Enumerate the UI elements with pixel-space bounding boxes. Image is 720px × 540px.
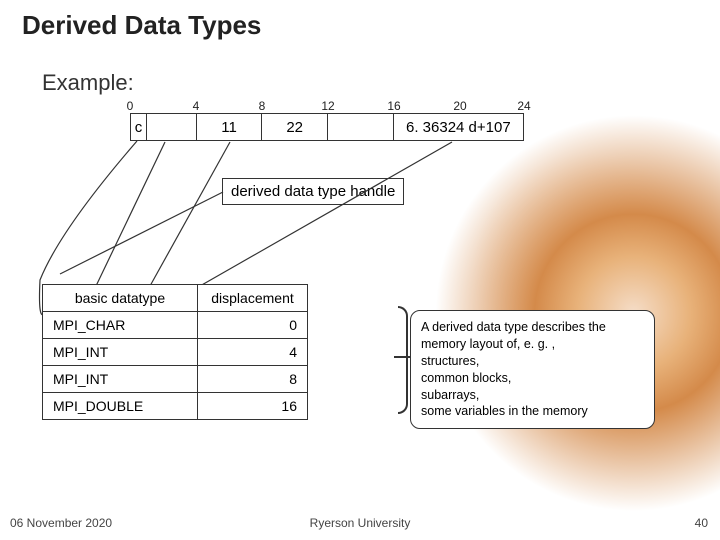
table-row: MPI_CHAR 0 xyxy=(43,312,308,339)
desc-line: structures, xyxy=(421,353,644,370)
tick-24: 24 xyxy=(517,99,530,113)
table-row: MPI_INT 8 xyxy=(43,366,308,393)
tick-4: 4 xyxy=(193,99,200,113)
memory-cells: c 11 22 6. 36324 d+107 xyxy=(130,113,524,141)
cell-type: MPI_CHAR xyxy=(43,312,198,339)
cell-disp: 8 xyxy=(198,366,308,393)
description-callout: A derived data type describes the memory… xyxy=(410,310,655,429)
handle-label-box: derived data type handle xyxy=(222,178,404,205)
desc-line: A derived data type describes the memory… xyxy=(421,319,644,353)
brace-icon xyxy=(398,306,408,414)
brace-tip-icon xyxy=(394,356,410,358)
cell-type: MPI_INT xyxy=(43,366,198,393)
memory-layout-strip: 0 4 8 12 16 20 24 c 11 22 6. 36324 d+107 xyxy=(130,113,524,141)
section-heading: Example: xyxy=(42,70,134,96)
page-title: Derived Data Types xyxy=(22,10,261,41)
cell-disp: 16 xyxy=(198,393,308,420)
cell-pad xyxy=(147,114,197,140)
table-row: MPI_INT 4 xyxy=(43,339,308,366)
desc-line: subarrays, xyxy=(421,387,644,404)
footer-date: 06 November 2020 xyxy=(10,516,112,530)
table-header-row: basic datatype displacement xyxy=(43,285,308,312)
cell-int2: 22 xyxy=(262,114,328,140)
tick-12: 12 xyxy=(321,99,334,113)
cell-char: c xyxy=(131,114,147,140)
tick-0: 0 xyxy=(127,99,134,113)
cell-type: MPI_INT xyxy=(43,339,198,366)
tick-8: 8 xyxy=(259,99,266,113)
displacement-table: basic datatype displacement MPI_CHAR 0 M… xyxy=(42,284,308,420)
footer-source: Ryerson University xyxy=(310,516,411,530)
th-disp: displacement xyxy=(198,285,308,312)
page-number: 40 xyxy=(695,516,708,530)
cell-int1: 11 xyxy=(197,114,263,140)
desc-line: some variables in the memory xyxy=(421,403,644,420)
desc-line: common blocks, xyxy=(421,370,644,387)
tick-20: 20 xyxy=(453,99,466,113)
cell-gap xyxy=(328,114,394,140)
cell-disp: 0 xyxy=(198,312,308,339)
th-basic: basic datatype xyxy=(43,285,198,312)
tick-16: 16 xyxy=(387,99,400,113)
cell-type: MPI_DOUBLE xyxy=(43,393,198,420)
cell-disp: 4 xyxy=(198,339,308,366)
cell-double: 6. 36324 d+107 xyxy=(394,114,523,140)
table-row: MPI_DOUBLE 16 xyxy=(43,393,308,420)
